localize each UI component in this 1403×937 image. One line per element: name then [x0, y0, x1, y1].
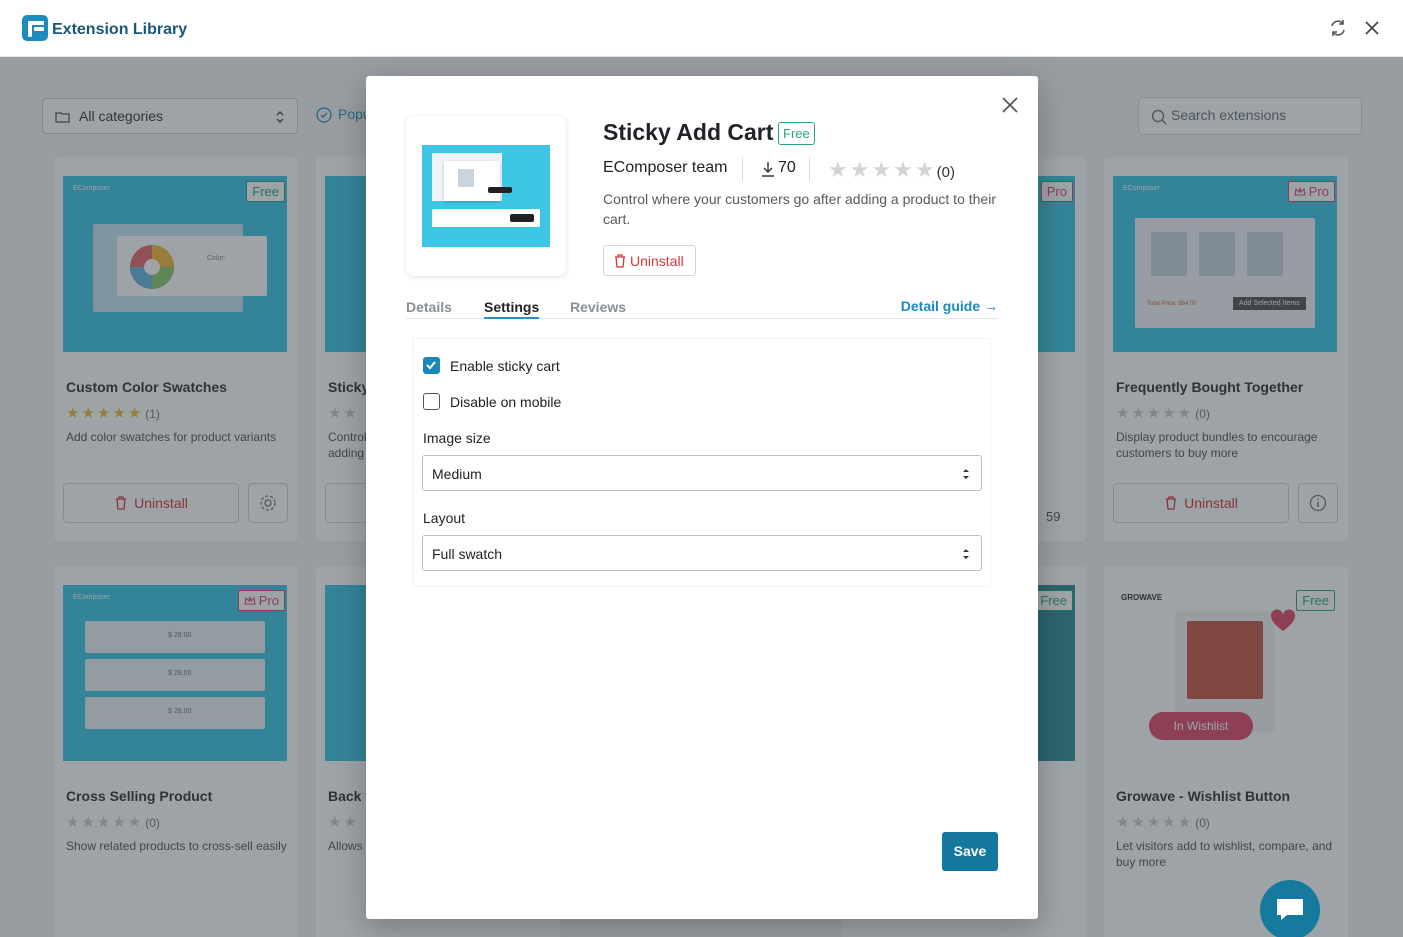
uninstall-button[interactable]: Uninstall [603, 245, 696, 276]
extension-thumbnail [406, 116, 566, 276]
download-count: 70 [761, 159, 796, 177]
close-icon[interactable] [1362, 18, 1382, 38]
close-icon[interactable] [999, 94, 1021, 116]
download-count-value: 70 [778, 159, 796, 176]
extension-title: Sticky Add Cart [603, 119, 774, 145]
layout-select[interactable]: Full swatch [422, 535, 982, 571]
chevron-updown-icon [963, 469, 969, 479]
thumb-product [458, 169, 474, 187]
meta-divider [742, 157, 743, 181]
image-size-value: Medium [432, 466, 482, 482]
disable-on-mobile-checkbox[interactable] [423, 393, 440, 410]
download-icon [762, 162, 774, 177]
tab-reviews[interactable]: Reviews [570, 299, 626, 315]
extension-description: Control where your customers go after ad… [603, 191, 996, 227]
extension-thumbnail-image [422, 145, 550, 247]
ecomposer-logo-icon [22, 15, 48, 41]
chevron-updown-icon [963, 549, 969, 559]
rating-stars: ★★★★★ [828, 157, 937, 182]
app-title: Extension Library [52, 21, 188, 38]
tab-details[interactable]: Details [406, 299, 452, 315]
reload-icon[interactable] [1328, 18, 1348, 38]
chat-button[interactable] [1260, 880, 1320, 937]
tab-settings[interactable]: Settings [484, 299, 540, 319]
save-button[interactable]: Save [942, 832, 998, 871]
image-size-select[interactable]: Medium [422, 455, 982, 491]
disable-on-mobile-label: Disable on mobile [450, 394, 562, 410]
settings-panel: Enable sticky cart Disable on mobile Ima… [414, 339, 990, 586]
trash-icon [615, 254, 625, 268]
checkmark-icon [426, 361, 436, 370]
top-bar: Extension Library [0, 0, 1403, 57]
extension-detail-modal: Sticky Add Cart Free EComposer team 70 ★… [366, 76, 1038, 919]
detail-tabs: Details Settings Reviews Detail guide → [406, 298, 998, 319]
layout-value: Full swatch [432, 546, 503, 562]
uninstall-label: Uninstall [630, 253, 684, 269]
author-name: EComposer team [603, 159, 728, 176]
layout-label: Layout [423, 510, 466, 526]
rating: ★★★★★(0) [828, 157, 955, 183]
thumb-sticky-button [510, 214, 534, 222]
meta-divider [809, 157, 810, 181]
enable-sticky-cart-checkbox[interactable] [423, 357, 440, 374]
chat-icon [1277, 899, 1303, 920]
detail-guide-link[interactable]: Detail guide → [901, 298, 998, 314]
image-size-label: Image size [423, 430, 491, 446]
thumb-add-button [488, 187, 512, 193]
rating-count: (0) [936, 164, 955, 181]
enable-sticky-cart-label: Enable sticky cart [450, 358, 560, 374]
free-badge: Free [778, 122, 815, 145]
